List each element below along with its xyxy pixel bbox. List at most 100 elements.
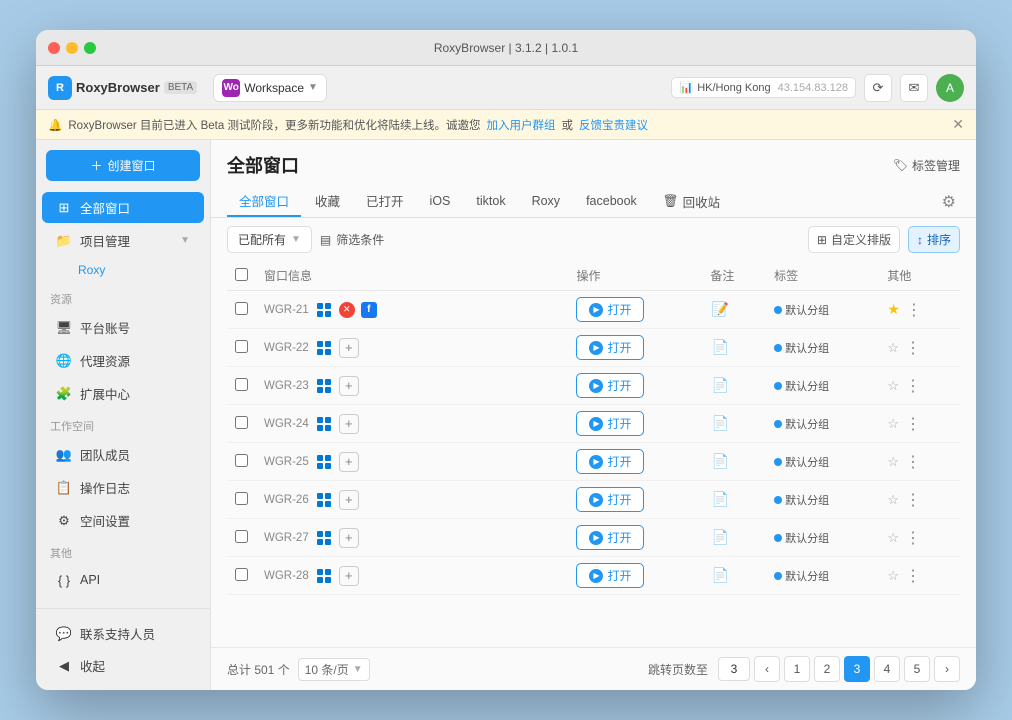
bookmark-icon[interactable]: ☆: [887, 378, 899, 394]
filter-assign-button[interactable]: 已配所有 ▼: [227, 226, 312, 253]
add-profile-button[interactable]: +: [339, 338, 359, 358]
workspace-selector[interactable]: Wo Workspace ▼: [213, 74, 327, 102]
more-options-button[interactable]: ⋮: [905, 376, 921, 396]
tab-tiktok[interactable]: tiktok: [464, 189, 517, 215]
sidebar-item-api[interactable]: { } API: [42, 566, 204, 594]
announce-close[interactable]: ✕: [952, 116, 964, 133]
bookmark-icon[interactable]: ☆: [887, 530, 899, 546]
select-all-checkbox[interactable]: [235, 268, 248, 281]
mail-icon-btn[interactable]: ✉: [900, 74, 928, 102]
maximize-button[interactable]: [84, 42, 96, 54]
note-icon[interactable]: 📄: [710, 528, 730, 548]
more-options-button[interactable]: ⋮: [905, 452, 921, 472]
row-checkbox[interactable]: [235, 454, 248, 467]
note-icon[interactable]: 📄: [710, 338, 730, 358]
row-checkbox[interactable]: [235, 492, 248, 505]
open-window-button[interactable]: ▶ 打开: [576, 335, 644, 360]
row-checkbox[interactable]: [235, 530, 248, 543]
close-button[interactable]: [48, 42, 60, 54]
more-options-button[interactable]: ⋮: [905, 338, 921, 358]
sidebar-item-proxy-resources[interactable]: 🌐 代理资源: [42, 345, 204, 376]
open-window-button[interactable]: ▶ 打开: [576, 563, 644, 588]
row-checkbox[interactable]: [235, 378, 248, 391]
filter-conditions-button[interactable]: ▤ 筛选条件: [320, 231, 384, 248]
open-window-button[interactable]: ▶ 打开: [576, 525, 644, 550]
add-profile-button[interactable]: +: [339, 528, 359, 548]
page-2-button[interactable]: 2: [814, 656, 840, 682]
tab-ios[interactable]: iOS: [418, 189, 463, 215]
tab-recycle[interactable]: 🗑 回收站: [651, 187, 732, 216]
custom-columns-button[interactable]: ⊞ 自定义排版: [808, 226, 900, 253]
page-1-button[interactable]: 1: [784, 656, 810, 682]
join-group-link[interactable]: 加入用户群组: [486, 117, 555, 133]
more-options-button[interactable]: ⋮: [905, 490, 921, 510]
per-page-selector[interactable]: 10 条/页 ▼: [298, 658, 370, 681]
row-checkbox[interactable]: [235, 340, 248, 353]
sidebar-item-operation-log[interactable]: 📋 操作日志: [42, 472, 204, 503]
open-window-button[interactable]: ▶ 打开: [576, 411, 644, 436]
page-3-button[interactable]: 3: [844, 656, 870, 682]
tab-settings-gear[interactable]: ⚙: [938, 188, 960, 216]
refresh-icon-btn[interactable]: ⟳: [864, 74, 892, 102]
bookmark-icon[interactable]: ☆: [887, 568, 899, 584]
open-window-button[interactable]: ▶ 打开: [576, 297, 644, 322]
feedback-link[interactable]: 反馈宝贵建议: [579, 117, 648, 133]
more-options-button[interactable]: ⋮: [905, 528, 921, 548]
window-id: WGR-22: [264, 342, 309, 354]
note-icon[interactable]: 📄: [710, 376, 730, 396]
note-icon[interactable]: 📝: [710, 300, 730, 320]
open-window-button[interactable]: ▶ 打开: [576, 449, 644, 474]
window-id: WGR-26: [264, 494, 309, 506]
minimize-button[interactable]: [66, 42, 78, 54]
bookmark-icon[interactable]: ☆: [887, 454, 899, 470]
tag-badge: 默认分组: [774, 530, 871, 546]
add-profile-button[interactable]: +: [339, 414, 359, 434]
row-checkbox[interactable]: [235, 416, 248, 429]
tab-roxy[interactable]: Roxy: [520, 189, 572, 215]
sidebar-item-platform-account[interactable]: 🖥 平台账号: [42, 312, 204, 343]
tab-open[interactable]: 已打开: [354, 186, 416, 217]
more-options-button[interactable]: ⋮: [905, 414, 921, 434]
add-profile-button[interactable]: +: [339, 566, 359, 586]
sidebar-item-project-mgmt[interactable]: 📁 项目管理 ▼: [42, 225, 204, 256]
bookmark-icon[interactable]: ☆: [887, 492, 899, 508]
sidebar-item-space-settings[interactable]: ⚙ 空间设置: [42, 505, 204, 536]
sidebar-item-team-members[interactable]: 👥 团队成员: [42, 439, 204, 470]
create-window-button[interactable]: ＋ 创建窗口: [46, 150, 200, 181]
red-circle-icon: ✕: [339, 302, 355, 318]
sidebar-item-collapse[interactable]: ◀ 收起: [42, 650, 204, 681]
next-page-button[interactable]: ›: [934, 656, 960, 682]
sidebar-item-extensions[interactable]: 🧩 扩展中心: [42, 378, 204, 409]
avatar[interactable]: A: [936, 74, 964, 102]
note-icon[interactable]: 📄: [710, 452, 730, 472]
sidebar-item-contact-support[interactable]: 💬 联系支持人员: [42, 618, 204, 649]
sidebar-item-all-windows[interactable]: ⊞ 全部窗口: [42, 192, 204, 223]
open-window-button[interactable]: ▶ 打开: [576, 487, 644, 512]
add-profile-button[interactable]: +: [339, 376, 359, 396]
tab-favorites[interactable]: 收藏: [303, 186, 352, 217]
note-icon[interactable]: 📄: [710, 490, 730, 510]
bookmark-icon[interactable]: ☆: [887, 416, 899, 432]
page-number-input[interactable]: [718, 657, 750, 681]
bookmark-icon[interactable]: ☆: [887, 340, 899, 356]
star-icon[interactable]: ★: [887, 301, 900, 318]
tag-label: 默认分组: [785, 340, 829, 356]
page-5-button[interactable]: 5: [904, 656, 930, 682]
note-icon[interactable]: 📄: [710, 566, 730, 586]
more-options-button[interactable]: ⋮: [906, 300, 922, 320]
pagination: 跳转页数至 ‹ 1 2 3 4 5 ›: [648, 656, 960, 682]
tab-all-windows[interactable]: 全部窗口: [227, 186, 301, 217]
row-checkbox[interactable]: [235, 568, 248, 581]
tab-facebook[interactable]: facebook: [574, 189, 649, 215]
add-profile-button[interactable]: +: [339, 452, 359, 472]
more-options-button[interactable]: ⋮: [905, 566, 921, 586]
sidebar-item-roxy[interactable]: Roxy: [42, 258, 204, 282]
note-icon[interactable]: 📄: [710, 414, 730, 434]
open-window-button[interactable]: ▶ 打开: [576, 373, 644, 398]
tag-management-button[interactable]: 🏷 标签管理: [893, 157, 960, 174]
row-checkbox[interactable]: [235, 302, 248, 315]
page-4-button[interactable]: 4: [874, 656, 900, 682]
add-profile-button[interactable]: +: [339, 490, 359, 510]
prev-page-button[interactable]: ‹: [754, 656, 780, 682]
sort-button[interactable]: ↕ 排序: [908, 226, 960, 253]
